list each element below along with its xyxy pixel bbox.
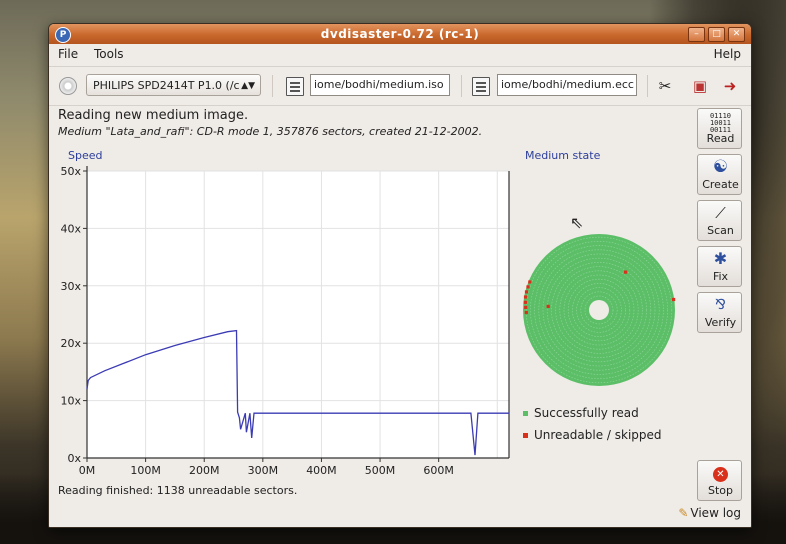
y-tick-label: 40x [60,222,81,235]
image-file-icon[interactable] [286,77,304,96]
unreadable-sector-mark [624,270,628,274]
puzzle-fix-icon: ✱ [713,249,728,268]
stop-icon: ✕ [698,465,743,482]
legend-swatch-read [523,411,528,416]
unreadable-sector-mark [526,285,530,289]
medium-state-title: Medium state [525,149,601,162]
read-button-label: Read [706,132,735,145]
y-tick-label: 50x [60,165,81,178]
x-tick-label: 0M [79,464,96,477]
view-log-label: View log [690,506,741,520]
unreadable-sector-mark [523,295,528,299]
unreadable-sector-mark [528,280,532,284]
speed-chart: 0M 100M 200M 300M 400M 500M 600M 0x 10x 20x 30x 40x… [60,165,510,477]
checkmark-verify-icon: ⅋ [715,297,726,313]
ecc-file-icon[interactable] [472,77,490,96]
y-tick-label: 10x [60,395,81,408]
disc-hole [589,300,609,320]
minimize-icon[interactable]: – [688,27,705,42]
chart-grid [87,170,509,458]
select-arrows-icon: ▲▼ [241,81,255,91]
medium-info: Medium "Lata_and_rafi": CD-R mode 1, 357… [58,125,483,138]
quit-icon[interactable]: ➜ [720,76,740,96]
close-icon[interactable]: ✕ [728,27,745,42]
create-button[interactable]: ☯ Create [697,154,742,195]
toolbar-separator [272,75,273,97]
preferences-icon[interactable]: ✂ [655,76,675,96]
medium-state-map [523,234,676,386]
scan-button[interactable]: ⟋ Scan [697,200,742,241]
status-heading: Reading new medium image. [58,108,249,123]
cd-drive-icon [59,77,77,95]
x-tick-label: 300M [248,464,278,477]
x-tick-label: 200M [189,464,220,477]
title-bar[interactable]: P dvdisaster-0.72 (rc-1) – □ ✕ [49,24,751,44]
binary-read-icon: 01110 10011 00111 [709,112,732,134]
create-button-label: Create [702,178,739,191]
toolbar: PHILIPS SPD2414T P1.0 (/c ▲▼ iome/bodhi/… [49,66,751,106]
x-tick-label: 600M [423,464,454,477]
drive-select-value: PHILIPS SPD2414T P1.0 (/c [93,79,240,92]
legend-swatch-unreadable [523,433,528,438]
mouse-cursor-icon: ⇖ [570,213,584,232]
app-window: P dvdisaster-0.72 (rc-1) – □ ✕ File Tool… [48,23,752,528]
yin-yang-icon: ☯ [712,157,729,177]
image-path-input[interactable]: iome/bodhi/medium.iso [310,74,450,96]
y-tick-label: 20x [60,337,81,350]
window-title: dvdisaster-0.72 (rc-1) [320,27,480,41]
unreadable-sector-mark [524,290,529,294]
unreadable-sector-mark [672,297,676,302]
x-tick-label: 500M [365,464,396,477]
x-tick-label: 400M [306,464,337,477]
verify-button[interactable]: ⅋ Verify [697,292,742,333]
read-button[interactable]: 01110 10011 00111 Read [697,108,742,149]
curve-scan-icon: ⟋ [715,204,726,222]
fix-button[interactable]: ✱ Fix [697,246,742,287]
chart-plot-area [87,171,509,458]
finish-message: Reading finished: 1138 unreadable sector… [58,484,298,497]
help-icon[interactable]: ▣ [690,76,710,96]
menu-file[interactable]: File [58,47,78,61]
stop-button-label: Stop [707,484,733,497]
view-log-button[interactable]: ✎ View log [678,506,741,520]
menu-tools[interactable]: Tools [94,47,124,61]
menu-help[interactable]: Help [714,47,741,61]
unreadable-sector-mark [524,310,528,315]
bottom-bar: ✎ View log [49,502,751,527]
ecc-path-input[interactable]: iome/bodhi/medium.ecc [497,74,637,96]
disc-map [523,234,675,386]
window-controls: – □ ✕ [688,27,745,42]
stop-button[interactable]: ✕ Stop [697,460,742,501]
unreadable-sector-mark [524,305,528,309]
scan-button-label: Scan [707,224,734,237]
verify-button-label: Verify [704,316,737,329]
menu-bar: File Tools Help [49,44,751,64]
maximize-icon[interactable]: □ [708,27,725,42]
unreadable-sector-mark [546,304,550,308]
legend-label: Successfully read [534,406,639,420]
y-tick-label: 0x [67,452,81,465]
toolbar-separator [647,75,648,97]
toolbar-separator [461,75,462,97]
unreadable-sector-mark [523,300,527,304]
log-icon: ✎ [678,506,689,520]
x-tick-label: 100M [130,464,161,477]
y-tick-label: 30x [60,280,81,293]
legend-label: Unreadable / skipped [534,428,662,442]
fix-button-label: Fix [712,270,729,283]
drive-select[interactable]: PHILIPS SPD2414T P1.0 (/c ▲▼ [86,74,261,96]
